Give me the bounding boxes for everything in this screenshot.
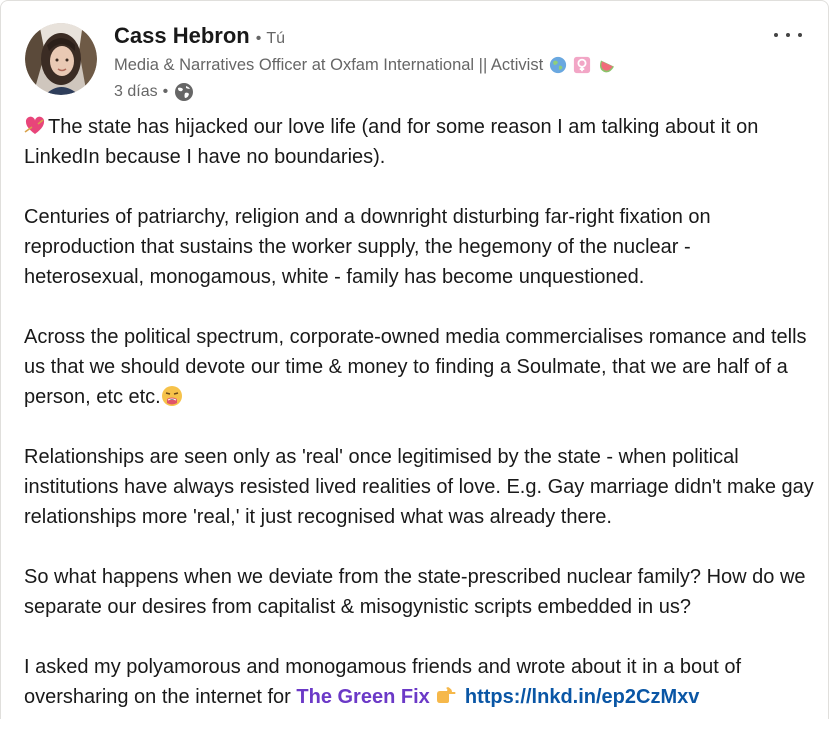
- author-row: Cass Hebron • Tú: [114, 23, 758, 53]
- paragraph: I asked my polyamorous and monogamous fr…: [24, 652, 814, 712]
- author-headline-text: Media & Narratives Officer at Oxfam Inte…: [114, 55, 544, 74]
- post-time-separator: •: [162, 83, 169, 100]
- more-actions-button[interactable]: [774, 25, 802, 45]
- paragraph: The state has hijacked our love life (an…: [24, 112, 814, 172]
- globe-icon: [175, 83, 194, 101]
- company-mention-link[interactable]: The Green Fix: [296, 686, 429, 708]
- post-body: The state has hijacked our love life (an…: [24, 112, 814, 742]
- post-header: Cass Hebron • Tú Media & Narratives Offi…: [114, 23, 758, 103]
- paragraph-text: The state has hijacked our love life (an…: [24, 116, 759, 168]
- paragraph: Across the political spectrum, corporate…: [24, 322, 814, 412]
- female-sign-emoji-icon: [574, 56, 591, 74]
- paragraph: Centuries of patriarchy, religion and a …: [24, 206, 711, 288]
- author-name[interactable]: Cass Hebron: [114, 23, 250, 49]
- paragraph-text: Across the political spectrum, corporate…: [24, 326, 807, 408]
- heart-emoji-icon: [24, 116, 45, 134]
- avatar-photo: [25, 23, 97, 95]
- globe-emoji-icon: [550, 56, 567, 74]
- more-dot-icon: [798, 33, 802, 37]
- avatar[interactable]: [25, 23, 97, 95]
- author-headline: Media & Narratives Officer at Oxfam Inte…: [114, 53, 758, 77]
- pointing-right-emoji-icon: [437, 687, 456, 703]
- post-card: Cass Hebron • Tú Media & Narratives Offi…: [0, 0, 829, 719]
- article-link[interactable]: https://lnkd.in/ep2CzMxv: [465, 686, 699, 708]
- more-dot-icon: [786, 33, 790, 37]
- post-meta: 3 días •: [114, 81, 758, 103]
- more-dot-icon: [774, 33, 778, 37]
- watermelon-emoji-icon: [600, 60, 615, 73]
- author-relation: Tú: [266, 30, 285, 47]
- paragraph: Relationships are seen only as 'real' on…: [24, 446, 814, 528]
- author-separator: •: [255, 30, 262, 47]
- nauseated-face-emoji-icon: [161, 386, 182, 406]
- paragraph: So what happens when we deviate from the…: [24, 566, 806, 618]
- post-time[interactable]: 3 días: [114, 83, 158, 101]
